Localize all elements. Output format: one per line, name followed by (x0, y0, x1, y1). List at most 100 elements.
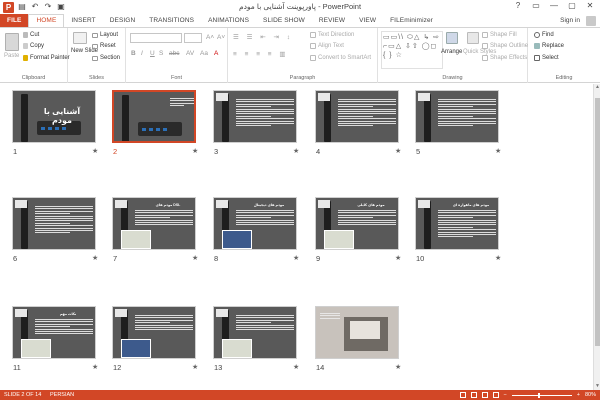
slide-preview[interactable]: مودم های کابلی (315, 197, 399, 250)
slide-preview[interactable] (213, 306, 297, 359)
arrange-button[interactable]: Arrange (441, 49, 462, 55)
slide-sorter-view-icon[interactable] (470, 392, 477, 398)
layout-button[interactable]: Layout (92, 32, 118, 38)
italic-icon[interactable]: I (141, 50, 143, 57)
slide-preview[interactable] (112, 90, 196, 143)
slide-preview[interactable] (213, 90, 297, 143)
text-direction-button[interactable]: Text Direction (310, 32, 354, 38)
slide-preview[interactable] (315, 90, 399, 143)
paste-icon[interactable] (5, 33, 19, 51)
slide-thumbnail-6[interactable]: 6 ★ (12, 197, 100, 267)
zoom-level[interactable]: 80% (585, 392, 596, 398)
tab-insert[interactable]: INSERT (64, 14, 102, 27)
slide-thumbnail-1[interactable]: آشنایی با مودم 1 ★ (12, 90, 100, 160)
zoom-in-button[interactable]: + (577, 392, 580, 398)
slide-thumbnail-3[interactable]: 3 ★ (213, 90, 301, 160)
slide-thumbnail-8[interactable]: مودم های دیجیتال 8 ★ (213, 197, 301, 267)
undo-icon[interactable]: ↶ (30, 2, 40, 12)
slide-preview[interactable]: نکات مهم (12, 306, 96, 359)
scroll-thumb[interactable] (595, 98, 600, 346)
sign-in-link[interactable]: Sign in (560, 14, 580, 27)
slide-preview[interactable]: مودم های DSL (112, 197, 196, 250)
slideshow-view-icon[interactable] (492, 392, 499, 398)
avatar[interactable] (586, 16, 596, 26)
scroll-up-icon[interactable]: ▲ (594, 84, 600, 91)
slide-preview[interactable]: مودم های ماهواره ای (415, 197, 499, 250)
convert-smartart-button[interactable]: Convert to SmartArt (310, 55, 371, 61)
spacing-icon[interactable]: AV (186, 50, 194, 57)
maximize-button[interactable]: ▢ (564, 0, 580, 12)
slide-thumbnail-4[interactable]: 4 ★ (315, 90, 403, 160)
align-text-button[interactable]: Align Text (310, 43, 344, 49)
slide-thumbnail-11[interactable]: نکات مهم 11 ★ (12, 306, 100, 376)
shape-fill-button[interactable]: Shape Fill (482, 32, 517, 38)
arrange-icon[interactable] (446, 32, 458, 44)
quick-styles-icon[interactable] (467, 32, 479, 44)
paste-button[interactable]: Paste (4, 53, 19, 59)
shape-outline-button[interactable]: Shape Outline (482, 43, 528, 49)
slide-thumbnail-10[interactable]: مودم های ماهواره ای 10 ★ (415, 197, 503, 267)
new-slide-icon[interactable] (73, 32, 87, 44)
slide-thumbnail-12[interactable]: 12 ★ (112, 306, 200, 376)
font-size-select[interactable] (184, 33, 202, 43)
slide-thumbnail-13[interactable]: 13 ★ (213, 306, 301, 376)
slide-preview[interactable]: آشنایی با مودم (12, 90, 96, 143)
reading-view-icon[interactable] (481, 392, 488, 398)
slide-preview[interactable] (112, 306, 196, 359)
format-painter-button[interactable]: Format Painter (23, 55, 70, 61)
section-button[interactable]: Section (92, 55, 120, 61)
underline-icon[interactable]: U (150, 50, 155, 57)
tab-file[interactable]: FILE (0, 14, 29, 27)
strikethrough-icon[interactable]: abc (169, 50, 179, 57)
slide-preview[interactable] (12, 197, 96, 250)
list-icons[interactable]: ☰ ☰ ⇤ ⇥ ↕ (233, 33, 293, 41)
bold-icon[interactable]: B (131, 50, 136, 57)
normal-view-icon[interactable] (459, 392, 466, 398)
tab-view[interactable]: VIEW (352, 14, 383, 27)
font-name-select[interactable] (130, 33, 182, 43)
tab-home[interactable]: HOME (28, 14, 65, 27)
find-button[interactable]: Find (534, 32, 554, 38)
tab-design[interactable]: DESIGN (103, 14, 143, 27)
replace-button[interactable]: Replace (534, 43, 564, 49)
select-button[interactable]: Select (534, 55, 559, 61)
tab-transitions[interactable]: TRANSITIONS (142, 14, 201, 27)
tab-review[interactable]: REVIEW (312, 14, 352, 27)
tab-animations[interactable]: ANIMATIONS (201, 14, 256, 27)
help-button[interactable]: ? (510, 0, 526, 12)
scroll-down-icon[interactable]: ▼ (594, 383, 600, 390)
minimize-button[interactable]: — (546, 0, 562, 12)
redo-icon[interactable]: ↷ (43, 2, 53, 12)
slide-thumbnail-14[interactable]: 14 ★ (315, 306, 403, 376)
font-color-icon[interactable]: A (214, 50, 218, 57)
zoom-slider-knob[interactable] (537, 392, 540, 398)
change-case-icon[interactable]: Aa (200, 50, 208, 57)
ribbon-display-button[interactable]: ▭ (528, 0, 544, 12)
shape-effects-button[interactable]: Shape Effects (482, 55, 527, 61)
close-button[interactable]: ✕ (582, 0, 598, 12)
save-icon[interactable]: ▤ (17, 2, 27, 12)
slide-thumbnail-5[interactable]: 5 ★ (415, 90, 503, 160)
reset-button[interactable]: Reset (92, 43, 116, 49)
zoom-slider[interactable] (511, 392, 572, 398)
present-icon[interactable]: ▣ (56, 2, 66, 12)
tab-slide-show[interactable]: SLIDE SHOW (256, 14, 312, 27)
grow-font-icon[interactable]: A˄ (206, 34, 214, 41)
zoom-out-button[interactable]: − (504, 392, 507, 398)
align-icons[interactable]: ≡ ≡ ≡ ≡ ▥ (233, 50, 289, 58)
slide-preview[interactable] (415, 90, 499, 143)
slide-text-line (320, 317, 340, 319)
slide-thumbnail-9[interactable]: مودم های کابلی 9 ★ (315, 197, 403, 267)
shapes-gallery[interactable]: ▭▭\\ ⬭△ ↳ ⇨ ⌐▭△ ⇩⇧ ◯◻ { } ☆ (381, 31, 443, 69)
slide-preview[interactable]: مودم های دیجیتال (213, 197, 297, 250)
language-status[interactable]: PERSIAN (50, 392, 74, 398)
cut-button[interactable]: Cut (23, 32, 39, 38)
slide-preview[interactable] (315, 306, 399, 359)
shadow-icon[interactable]: S (159, 50, 163, 57)
shrink-font-icon[interactable]: A˅ (217, 34, 225, 41)
copy-button[interactable]: Copy (23, 43, 44, 49)
slide-thumbnail-2[interactable]: 2 ★ (112, 90, 200, 160)
tab-fileminimizer[interactable]: FILEminimizer (383, 14, 440, 27)
slide-thumbnail-7[interactable]: مودم های DSL 7 ★ (112, 197, 200, 267)
vertical-scrollbar[interactable]: ▲ ▼ (593, 84, 600, 390)
